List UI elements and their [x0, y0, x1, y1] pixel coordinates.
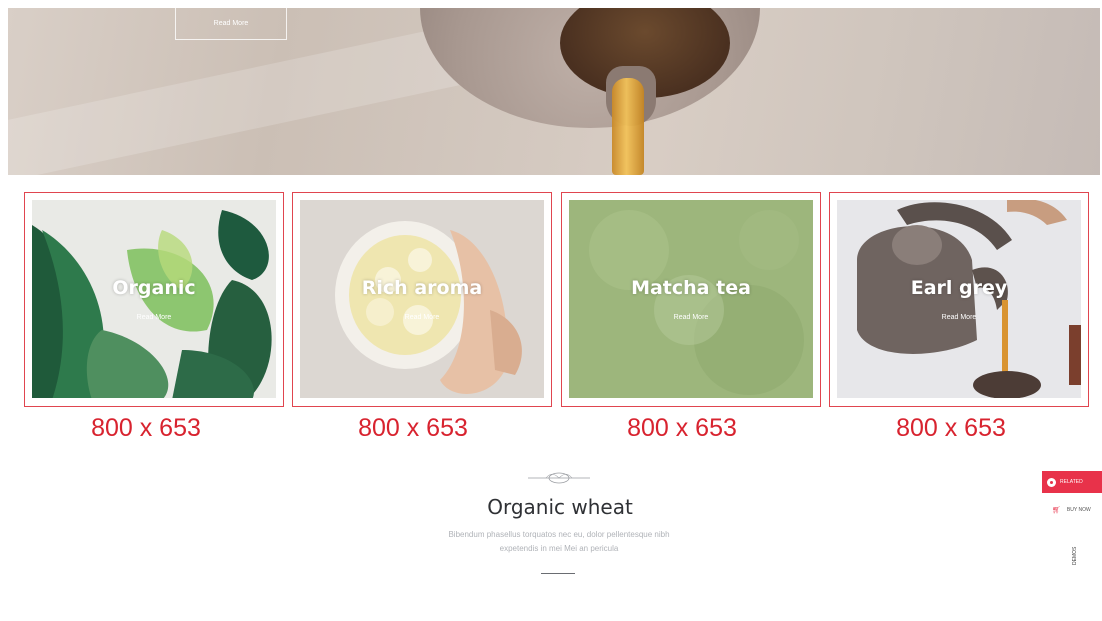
- image-size-label: 800 x 653: [358, 414, 468, 442]
- card-earl-grey-read-more[interactable]: Read More: [830, 314, 1088, 321]
- cart-icon: 🛒︎: [1052, 507, 1061, 514]
- buy-now-link[interactable]: 🛒︎ BUY NOW: [1052, 505, 1100, 515]
- card-organic-read-more[interactable]: Read More: [25, 314, 283, 321]
- card-matcha-tea[interactable]: Matcha tea Read More: [561, 192, 821, 407]
- leaves-illustration: [32, 200, 276, 398]
- card-organic-title: Organic: [112, 277, 196, 299]
- hero-light-streak: [8, 24, 469, 175]
- image-size-label: 800 x 653: [91, 414, 201, 442]
- card-earl-grey[interactable]: Earl grey Read More: [829, 192, 1089, 407]
- tea-bowl-illustration: [300, 200, 544, 398]
- section-divider: [541, 573, 575, 574]
- hero-read-more-button[interactable]: Read More: [175, 8, 287, 40]
- card-matcha-tea-title: Matcha tea: [631, 277, 751, 299]
- card-organic[interactable]: Organic Read More: [24, 192, 284, 407]
- record-icon: [1047, 477, 1056, 487]
- section-description-line: expetendis in mei Mei an pericula: [499, 544, 619, 553]
- card-rich-aroma[interactable]: Rich aroma Read More: [292, 192, 552, 407]
- buy-now-label: BUY NOW: [1066, 507, 1091, 513]
- section-title: Organic wheat: [487, 495, 633, 519]
- section-description: Bibendum phasellus torquatos nec eu, dol…: [420, 528, 698, 556]
- related-side-button[interactable]: RELATED: [1042, 471, 1102, 493]
- card-matcha-tea-read-more[interactable]: Read More: [562, 314, 820, 321]
- card-rich-aroma-image: [300, 200, 544, 398]
- wheat-ornament-icon: [528, 472, 590, 484]
- hero-tea-pour: [612, 78, 644, 175]
- card-rich-aroma-read-more[interactable]: Read More: [293, 314, 551, 321]
- card-matcha-tea-image: [569, 200, 813, 398]
- card-earl-grey-image: [837, 200, 1081, 398]
- related-side-button-label: RELATED: [1060, 479, 1083, 485]
- matcha-powder-illustration: [569, 200, 813, 398]
- teapot-pouring-illustration: [837, 200, 1081, 398]
- image-size-label: 800 x 653: [896, 414, 1006, 442]
- image-size-label: 800 x 653: [627, 414, 737, 442]
- card-earl-grey-title: Earl grey: [910, 277, 1008, 299]
- demos-vertical-link[interactable]: DEMOS: [1072, 547, 1078, 565]
- hero-banner: Read More: [8, 8, 1100, 175]
- card-organic-image: [32, 200, 276, 398]
- card-rich-aroma-title: Rich aroma: [361, 277, 483, 299]
- section-description-line: Bibendum phasellus torquatos nec eu, dol…: [448, 530, 670, 539]
